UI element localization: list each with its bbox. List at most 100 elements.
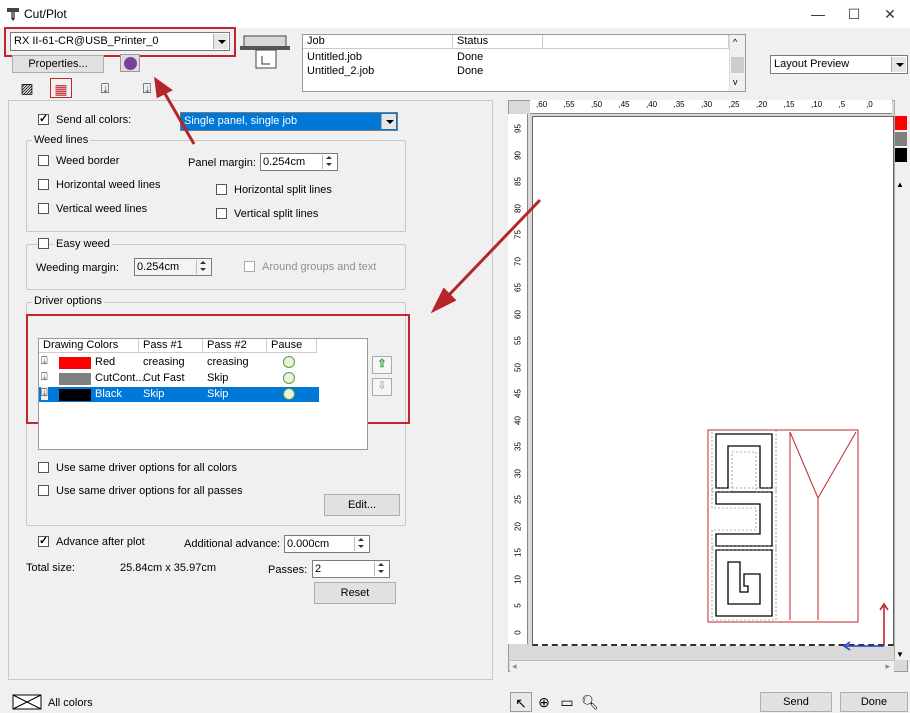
palette-swatch[interactable] — [895, 148, 907, 162]
spin-icon[interactable] — [354, 537, 368, 551]
same-driver-colors-label: Use same driver options for all colors — [56, 462, 237, 474]
send-all-colors-checkbox[interactable] — [38, 112, 49, 125]
minimize-button[interactable]: — — [798, 2, 838, 26]
driver-table[interactable]: Drawing Colors Pass #1 Pass #2 Pause ⍗ R… — [38, 338, 368, 450]
pass2-value[interactable]: Skip — [207, 388, 228, 400]
fit-page-icon[interactable]: ▭ — [556, 692, 578, 712]
preview-mode-select[interactable]: Layout Preview — [770, 55, 908, 74]
chevron-down-icon[interactable] — [213, 34, 228, 49]
advance-after-plot-checkbox[interactable] — [38, 534, 49, 547]
weeding-margin-stepper[interactable]: 0.254cm — [134, 258, 212, 276]
scroll-down-icon[interactable]: ▼ — [896, 650, 904, 659]
vertical-split-checkbox[interactable] — [216, 208, 227, 219]
job-list[interactable]: Job Status Untitled.job Done Untitled_2.… — [302, 34, 746, 92]
ruler-tick-label: ,35 — [673, 100, 685, 109]
panel-margin-label: Panel margin: — [188, 157, 256, 169]
reset-button[interactable]: Reset — [314, 582, 396, 604]
chevron-down-icon[interactable] — [381, 114, 396, 129]
drawing-colors-header[interactable]: Drawing Colors — [39, 339, 139, 353]
palette-swatch[interactable] — [895, 132, 907, 146]
list-item[interactable]: Untitled_2.job — [307, 65, 374, 77]
maximize-button[interactable]: ☐ — [834, 2, 874, 26]
status-column-header[interactable]: Status — [453, 35, 543, 49]
vertical-weed-checkbox[interactable] — [38, 203, 49, 214]
weed-tab-icon[interactable]: ▦ — [50, 78, 72, 98]
driver-options-label: Driver options — [32, 295, 104, 307]
close-button[interactable]: ✕ — [870, 2, 910, 26]
play-icon[interactable] — [283, 372, 295, 384]
cutter-tab-icon[interactable]: ⍗ — [94, 78, 116, 98]
ruler-tick-label: 30 — [513, 468, 523, 478]
pass2-header[interactable]: Pass #2 — [203, 339, 267, 353]
pass2-value[interactable]: Skip — [207, 372, 228, 384]
ruler-tick-label: ,55 — [563, 100, 575, 109]
pass2-value[interactable]: creasing — [207, 356, 249, 368]
total-size-label: Total size: — [26, 562, 75, 574]
artwork-preview[interactable] — [706, 428, 860, 624]
ruler-tick-label: 75 — [513, 230, 523, 239]
properties-button[interactable]: Properties... — [12, 55, 104, 73]
left-ruler: 95 90 85 80 75 70 65 60 55 50 45 40 35 30 25 20 15 10 5 0 — [508, 114, 528, 644]
ruler-tick-label: ,60 — [536, 100, 548, 109]
same-driver-passes-checkbox[interactable] — [38, 485, 49, 496]
color-name: Black — [95, 388, 122, 400]
job-column-header[interactable]: Job — [303, 35, 453, 49]
spin-icon[interactable] — [374, 562, 388, 576]
move-down-icon[interactable]: ⇩ — [372, 378, 392, 396]
pass1-value[interactable]: creasing — [143, 356, 185, 368]
weeding-margin-value: 0.254cm — [137, 261, 180, 273]
table-row[interactable]: ⍗ CutCont... Cut Fast Skip — [39, 371, 319, 386]
move-up-icon[interactable]: ⇧ — [372, 356, 392, 374]
pass1-value[interactable]: Skip — [143, 388, 164, 400]
printer-select[interactable]: RX II-61-CR@USB_Printer_0 — [10, 32, 230, 51]
panel-margin-stepper[interactable]: 0.254cm — [260, 153, 338, 171]
ruler-tick-label: 95 — [513, 124, 523, 133]
zoom-icon[interactable]: 🔍︎ — [579, 692, 601, 712]
table-row-selected[interactable]: ⍗ Black Skip Skip — [39, 387, 319, 402]
weed-border-checkbox[interactable] — [38, 155, 49, 166]
easy-weed-label: Easy weed — [54, 238, 112, 250]
table-row[interactable]: ⍗ Red creasing creasing — [39, 355, 319, 370]
title-bar: Cut/Plot — ☐ ✕ — [0, 0, 910, 28]
all-colors-icon[interactable] — [12, 694, 42, 710]
ruler-tick-label: ,25 — [728, 100, 740, 109]
around-groups-checkbox[interactable] — [244, 261, 255, 272]
chevron-down-icon[interactable] — [891, 57, 906, 72]
horizontal-split-checkbox[interactable] — [216, 184, 227, 195]
ruler-tick-label: 60 — [513, 309, 523, 319]
ruler-tick-label: 65 — [513, 283, 523, 292]
easy-weed-checkbox[interactable] — [38, 238, 49, 249]
horizontal-weed-checkbox[interactable] — [38, 179, 49, 190]
play-icon[interactable] — [283, 356, 295, 368]
pass1-value[interactable]: Cut Fast — [143, 372, 185, 384]
select-arrow-icon[interactable]: ↖ — [510, 692, 532, 712]
image-tab-icon[interactable]: ▨ — [16, 78, 38, 98]
play-icon[interactable] — [283, 388, 295, 400]
additional-advance-value: 0.000cm — [287, 538, 330, 550]
cutter-icon: ⍗ — [41, 387, 48, 400]
list-item[interactable]: Untitled.job — [307, 51, 362, 63]
spin-icon[interactable] — [322, 155, 336, 169]
additional-advance-stepper[interactable]: 0.000cm — [284, 535, 370, 553]
same-driver-colors-checkbox[interactable] — [38, 462, 49, 473]
edit-button[interactable]: Edit... — [324, 494, 400, 516]
ruler-tick-label: ,45 — [618, 100, 630, 109]
ruler-tick-label: 0 — [513, 629, 523, 635]
scroll-up-icon[interactable]: ▲ — [896, 180, 904, 189]
horizontal-scrollbar[interactable]: ◂ ▸ — [510, 660, 894, 672]
cutter-plus-tab-icon[interactable]: ⍗ — [136, 78, 158, 98]
pass1-header[interactable]: Pass #1 — [139, 339, 203, 353]
passes-stepper[interactable]: 2 — [312, 560, 390, 578]
spin-icon[interactable] — [196, 260, 210, 274]
zoom-in-icon[interactable]: ⊕ — [533, 692, 555, 712]
roland-icon[interactable] — [120, 54, 140, 72]
ruler-tick-label: ,10 — [811, 100, 823, 109]
job-scrollbar[interactable]: ^ v — [729, 35, 745, 91]
panel-mode-select[interactable]: Single panel, single job — [180, 112, 398, 131]
printer-value: RX II-61-CR@USB_Printer_0 — [14, 35, 159, 47]
done-button[interactable]: Done — [840, 692, 908, 712]
palette-swatch[interactable] — [895, 116, 907, 130]
list-item-status: Done — [457, 51, 484, 63]
send-button[interactable]: Send — [760, 692, 832, 712]
pause-header[interactable]: Pause — [267, 339, 317, 353]
